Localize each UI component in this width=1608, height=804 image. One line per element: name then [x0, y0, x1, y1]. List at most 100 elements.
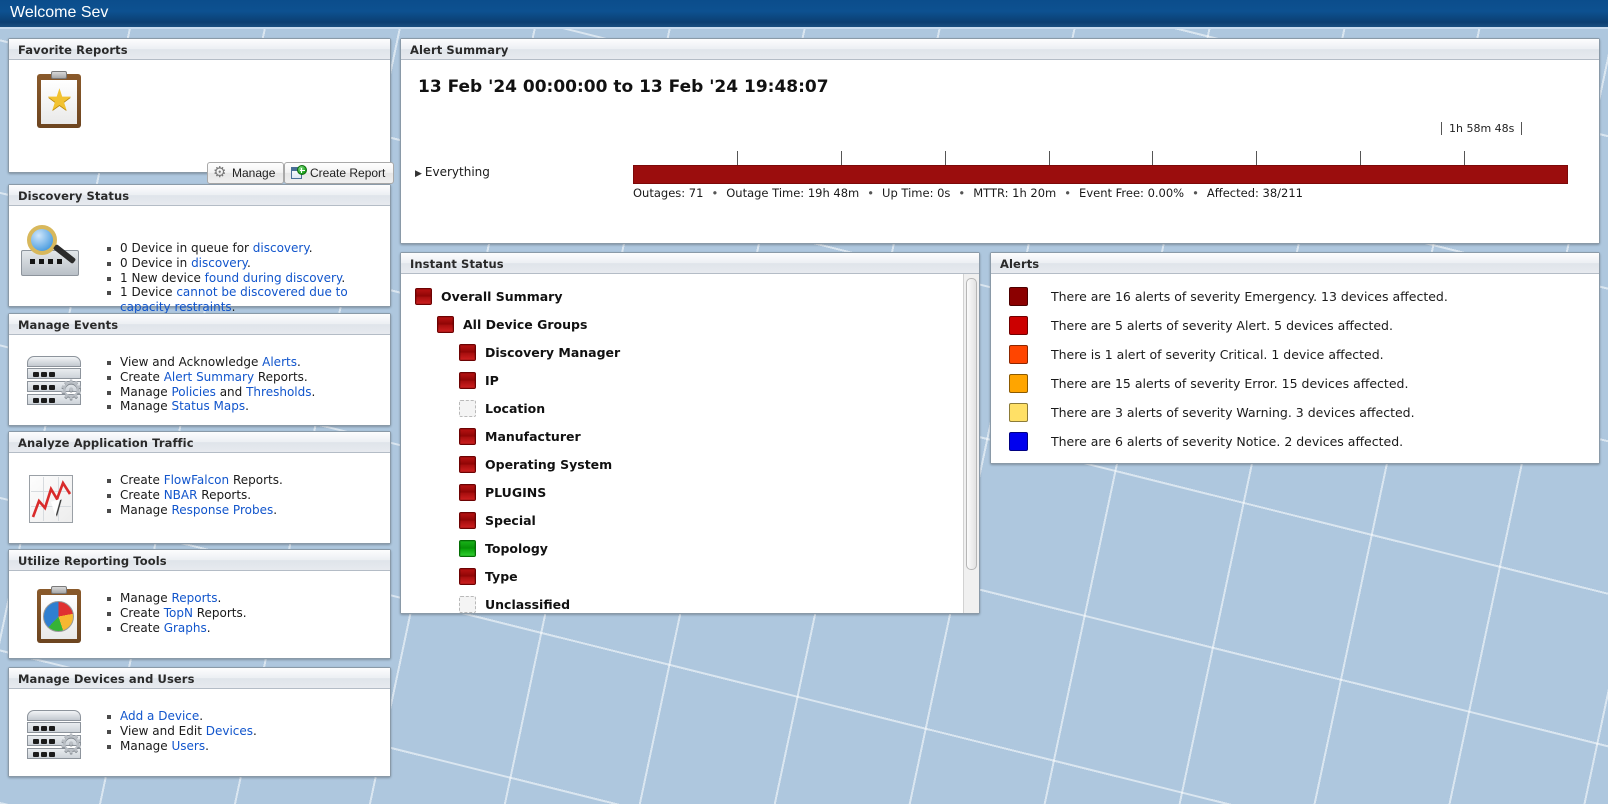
magnifier-server-icon: [21, 225, 79, 276]
alert-row[interactable]: There are 6 alerts of severity Notice. 2…: [991, 427, 1599, 456]
list-item: Manage Users.: [107, 739, 377, 754]
panel-analyze-application-traffic: Analyze Application Traffic Create FlowF…: [8, 431, 391, 544]
instant-status-row[interactable]: Special: [401, 506, 963, 534]
instant-status-row[interactable]: Operating System: [401, 450, 963, 478]
policies-link[interactable]: Policies: [171, 385, 215, 399]
timeline-statistics: Outages: 71 • Outage Time: 19h 48m • Up Time…: [633, 186, 1303, 200]
status-swatch-red: [459, 567, 476, 585]
alert-text: There are 15 alerts of severity Error. 1…: [1051, 376, 1409, 391]
alert-row[interactable]: There are 3 alerts of severity Warning. …: [991, 398, 1599, 427]
devices-link[interactable]: Devices: [206, 724, 253, 738]
list-item: Create Alert Summary Reports.: [107, 370, 377, 385]
nbar-link[interactable]: NBAR: [164, 488, 198, 502]
stat-outages: Outages: 71: [633, 186, 704, 200]
timeline-outage-bar[interactable]: [633, 165, 1568, 184]
manage-button[interactable]: Manage: [207, 162, 285, 184]
instant-status-label: PLUGINS: [485, 484, 547, 500]
instant-status-label: Manufacturer: [485, 428, 581, 444]
instant-status-label: Special: [485, 512, 536, 528]
list-item: 1 New device found during discovery.: [107, 271, 377, 286]
discovery-status-list: 0 Device in queue for discovery. 0 Devic…: [107, 241, 377, 315]
instant-status-row[interactable]: Location: [401, 394, 963, 422]
panel-header-alert-summary: Alert Summary: [401, 39, 1599, 60]
list-item: Manage Policies and Thresholds.: [107, 385, 377, 400]
found-during-discovery-link[interactable]: found during discovery: [205, 271, 342, 285]
add-a-device-link[interactable]: Add a Device: [120, 709, 199, 723]
panel-title: Alerts: [1000, 257, 1040, 271]
list-item: View and Edit Devices.: [107, 724, 377, 739]
panel-title: Manage Events: [18, 318, 119, 332]
alerts-link[interactable]: Alerts: [262, 355, 297, 369]
instant-status-row[interactable]: Topology: [401, 534, 963, 562]
server-gear-icon: [25, 710, 83, 760]
stat-mttr: MTTR: 1h 20m: [973, 186, 1057, 200]
scrollbar-thumb[interactable]: [966, 278, 977, 570]
panel-header-discovery-status: Discovery Status: [9, 185, 390, 206]
instant-status-row[interactable]: PLUGINS: [401, 478, 963, 506]
timeline-scale-indicator: 1h 58m 48s: [1441, 122, 1523, 135]
flowfalcon-link[interactable]: FlowFalcon: [164, 473, 229, 487]
topn-link[interactable]: TopN: [164, 606, 193, 620]
create-report-button[interactable]: Create Report: [284, 162, 395, 184]
status-swatch-red: [415, 287, 432, 305]
panel-title: Instant Status: [410, 257, 504, 271]
status-swatch-red: [437, 315, 454, 333]
discovery-link[interactable]: discovery: [191, 256, 247, 270]
alert-text: There are 6 alerts of severity Notice. 2…: [1051, 434, 1404, 449]
instant-status-row[interactable]: All Device Groups: [401, 310, 963, 338]
manage-events-list: View and Acknowledge Alerts. Create Aler…: [107, 355, 377, 414]
instant-status-label: Operating System: [485, 456, 613, 472]
instant-status-row[interactable]: Discovery Manager: [401, 338, 963, 366]
favorite-report-clipboard-icon: ★: [37, 71, 81, 128]
list-item: Manage Response Probes.: [107, 503, 377, 518]
response-probes-link[interactable]: Response Probes: [171, 503, 273, 517]
instant-status-row[interactable]: Unclassified: [401, 590, 963, 613]
instant-status-row[interactable]: Type: [401, 562, 963, 590]
panel-header-reporting-tools: Utilize Reporting Tools: [9, 550, 390, 571]
thresholds-link[interactable]: Thresholds: [246, 385, 311, 399]
list-item: Manage Status Maps.: [107, 399, 377, 414]
severity-swatch-alert: [1009, 316, 1028, 335]
gear-icon: [213, 163, 227, 181]
severity-swatch-critical: [1009, 345, 1028, 364]
panel-header-instant-status: Instant Status: [401, 253, 979, 274]
app-title-bar: Welcome Sev: [0, 0, 1608, 29]
graphs-link[interactable]: Graphs: [164, 621, 207, 635]
instant-status-row[interactable]: Manufacturer: [401, 422, 963, 450]
users-link[interactable]: Users: [171, 739, 205, 753]
status-swatch-green: [459, 539, 476, 557]
alert-row[interactable]: There are 16 alerts of severity Emergenc…: [991, 282, 1599, 311]
alert-group-everything[interactable]: ▶ Everything: [415, 165, 490, 179]
status-swatch-red: [459, 343, 476, 361]
status-swatch-red: [459, 455, 476, 473]
expander-arrow-icon: ▶: [415, 169, 422, 179]
timeline-tick: [1256, 151, 1257, 165]
alert-row[interactable]: There are 15 alerts of severity Error. 1…: [991, 369, 1599, 398]
discovery-link[interactable]: discovery: [253, 241, 309, 255]
instant-status-label: Topology: [485, 540, 548, 556]
panel-manage-events: Manage Events View and Acknowledge Alert…: [8, 313, 391, 426]
status-swatch-red: [459, 483, 476, 501]
panel-title: Alert Summary: [410, 43, 509, 57]
alert-summary-link[interactable]: Alert Summary: [164, 370, 254, 384]
alert-row[interactable]: There is 1 alert of severity Critical. 1…: [991, 340, 1599, 369]
reports-link[interactable]: Reports: [171, 591, 217, 605]
create-report-button-label: Create Report: [310, 166, 386, 180]
status-maps-link[interactable]: Status Maps: [171, 399, 245, 413]
instant-status-row[interactable]: Overall Summary: [401, 282, 963, 310]
list-item: View and Acknowledge Alerts.: [107, 355, 377, 370]
panel-favorite-reports: Favorite Reports ★ Manage Create Report: [8, 38, 395, 184]
panel-manage-devices-and-users: Manage Devices and Users Add a Device. V…: [8, 667, 391, 777]
alert-row[interactable]: There are 5 alerts of severity Alert. 5 …: [991, 311, 1599, 340]
instant-status-row[interactable]: IP: [401, 366, 963, 394]
panel-title: Manage Devices and Users: [18, 672, 195, 686]
panel-alerts: Alerts There are 16 alerts of severity E…: [990, 252, 1600, 464]
panel-header-analyze-traffic: Analyze Application Traffic: [9, 432, 390, 453]
timeline-tick: [945, 151, 946, 165]
panel-instant-status: Instant Status Overall Summary All Device…: [400, 252, 980, 614]
instant-status-scrollbar[interactable]: [963, 274, 979, 613]
list-item: 0 Device in discovery.: [107, 256, 377, 271]
panel-alert-summary: Alert Summary 13 Feb '24 00:00:00 to 13 …: [400, 38, 1600, 244]
timeline-ticks: [633, 151, 1568, 165]
alert-text: There are 16 alerts of severity Emergenc…: [1051, 289, 1448, 304]
